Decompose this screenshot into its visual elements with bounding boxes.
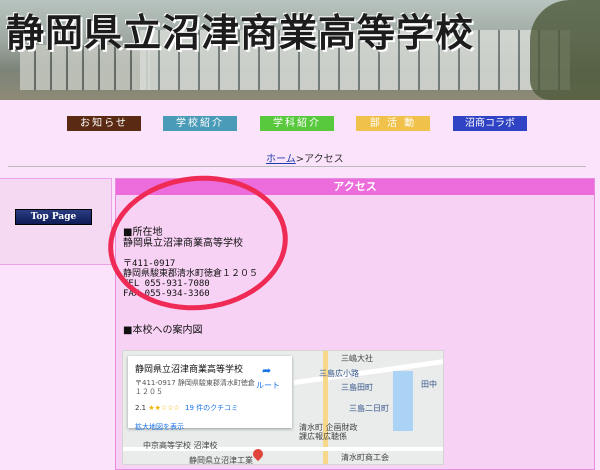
map-label: 課広報広聴係 <box>299 432 347 441</box>
map-info-card: 静岡県立沼津商業高等学校 〒411-0917 静岡県駿東郡清水町徳倉 １２０５ … <box>128 356 292 428</box>
banner-trees <box>530 0 600 100</box>
map-label: 三嶋大社 <box>341 354 373 363</box>
main-nav: お知らせ 学校紹介 学科紹介 部 活 動 沼商コラボ <box>0 116 600 132</box>
map-label: 三島広小路 <box>319 369 359 378</box>
breadcrumb-home-link[interactable]: ホーム <box>266 154 296 165</box>
breadcrumb-current: アクセス <box>304 154 344 165</box>
rating-value: 2.1 <box>135 404 147 412</box>
nav-departments[interactable]: 学科紹介 <box>260 116 334 131</box>
map-label: 三島田町 <box>341 383 373 392</box>
map-river <box>393 371 413 431</box>
map-label: 清水町商工会 <box>341 453 389 462</box>
map-label: 静岡県立沼津工業 <box>189 456 253 465</box>
view-larger-map-link[interactable]: 拡大地図を表示 <box>135 422 184 432</box>
reviews-link[interactable]: 19 件のクチコミ <box>185 404 238 412</box>
nav-collab[interactable]: 沼商コラボ <box>453 116 527 131</box>
divider <box>8 166 586 167</box>
directions-icon[interactable]: ➦ <box>262 364 274 377</box>
breadcrumb: ホーム>アクセス <box>266 150 344 165</box>
map-label: 田中 <box>421 380 437 389</box>
nav-news[interactable]: お知らせ <box>67 116 141 131</box>
top-page-button[interactable]: Top Page <box>15 209 92 225</box>
breadcrumb-separator: > <box>295 154 305 165</box>
star-rating-icon: ★★☆☆☆ <box>148 404 180 412</box>
map-card-address-line1: 〒411-0917 静岡県駿東郡清水町徳倉 <box>135 379 255 387</box>
map-card-address: 〒411-0917 静岡県駿東郡清水町徳倉 １２０５ <box>135 379 255 397</box>
site-title: 静岡県立沼津商業高等学校 <box>6 10 475 55</box>
map-heading: ■本校への案内図 <box>123 325 203 336</box>
map-card-title: 静岡県立沼津商業高等学校 <box>135 365 244 375</box>
map-card-rating: 2.1 ★★☆☆☆ 19 件のクチコミ <box>135 403 238 413</box>
route-link[interactable]: ルート <box>256 380 280 391</box>
map-card-address-line2: １２０５ <box>135 388 163 396</box>
nav-club-activities[interactable]: 部 活 動 <box>356 116 430 131</box>
nav-school-intro[interactable]: 学校紹介 <box>163 116 237 131</box>
map-label: 中京高等学校 沼津校 <box>143 441 218 450</box>
map-label: 三島二日町 <box>349 404 389 413</box>
header-banner: 静岡県立沼津商業高等学校 <box>0 0 600 100</box>
